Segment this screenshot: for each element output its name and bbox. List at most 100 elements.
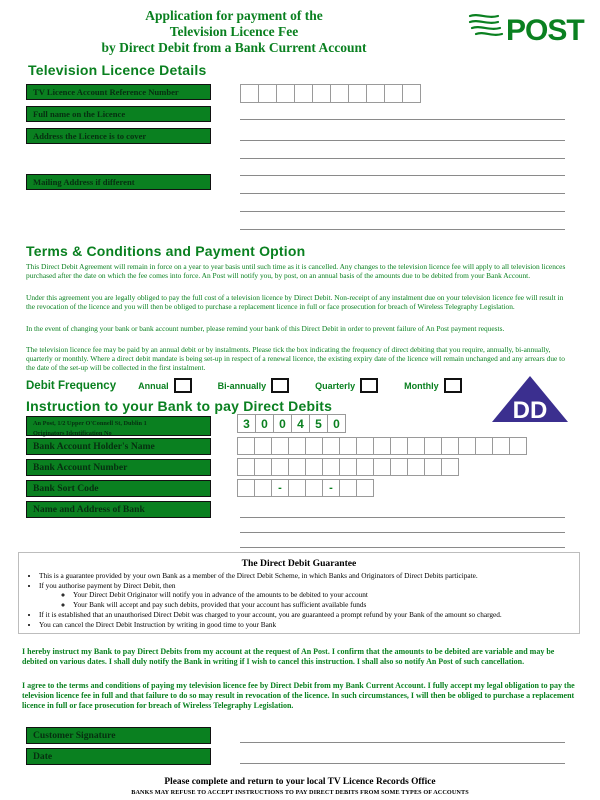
- ref-char-box[interactable]: [330, 84, 349, 103]
- checkbox-monthly[interactable]: [443, 378, 462, 393]
- freq-option-quarterly-label: Quarterly: [315, 380, 356, 391]
- svg-text:POST: POST: [506, 14, 584, 47]
- name-char-box[interactable]: [305, 437, 323, 455]
- ref-char-box[interactable]: [258, 84, 277, 103]
- guarantee-item: If it is established that an unauthorise…: [39, 610, 573, 619]
- name-char-box[interactable]: [509, 437, 527, 455]
- name-char-box[interactable]: [339, 437, 357, 455]
- ref-char-box[interactable]: [240, 84, 259, 103]
- name-char-box[interactable]: [322, 437, 340, 455]
- name-char-box[interactable]: [390, 437, 408, 455]
- originator-id-digit: 5: [309, 414, 328, 433]
- account-char-box[interactable]: [390, 458, 408, 476]
- input-account-holder-name[interactable]: [237, 437, 527, 455]
- sortcode-char-box[interactable]: [288, 479, 306, 497]
- input-bank-sort-code[interactable]: - -: [237, 479, 374, 497]
- guarantee-item: This is a guarantee provided by your own…: [39, 571, 573, 580]
- name-char-box[interactable]: [288, 437, 306, 455]
- freq-option-biannually-label: Bi-annually: [217, 380, 267, 391]
- an-post-logo: POST: [468, 10, 588, 50]
- terms-paragraph-4: The television licence fee may be paid b…: [26, 345, 565, 373]
- label-sort-code: Bank Sort Code: [26, 480, 211, 497]
- name-char-box[interactable]: [373, 437, 391, 455]
- originator-id-digit: 0: [273, 414, 292, 433]
- name-char-box[interactable]: [356, 437, 374, 455]
- name-char-box[interactable]: [407, 437, 425, 455]
- sortcode-char-box[interactable]: [305, 479, 323, 497]
- input-line-bank-address-2[interactable]: [240, 532, 565, 533]
- account-char-box[interactable]: [254, 458, 272, 476]
- ref-char-box[interactable]: [348, 84, 367, 103]
- name-char-box[interactable]: [271, 437, 289, 455]
- input-line-mailing-1[interactable]: [240, 193, 565, 194]
- input-line-address-3[interactable]: [240, 175, 565, 176]
- freq-option-annual-label: Annual: [138, 380, 169, 391]
- account-char-box[interactable]: [339, 458, 357, 476]
- label-bank-name-address: Name and Address of Bank: [26, 501, 211, 518]
- ref-char-box[interactable]: [384, 84, 403, 103]
- originator-id-digit: 0: [327, 414, 346, 433]
- name-char-box[interactable]: [237, 437, 255, 455]
- sortcode-separator: -: [322, 479, 340, 497]
- input-line-bank-address-3[interactable]: [240, 547, 565, 548]
- label-date: Date: [26, 748, 211, 765]
- account-char-box[interactable]: [305, 458, 323, 476]
- name-char-box[interactable]: [458, 437, 476, 455]
- guarantee-sub-item: Your Direct Debit Originator will notify…: [73, 590, 573, 599]
- section-heading-tv-licence: Television Licence Details: [28, 62, 207, 78]
- name-char-box[interactable]: [424, 437, 442, 455]
- sortcode-char-box[interactable]: [356, 479, 374, 497]
- input-line-mailing-3[interactable]: [240, 229, 565, 230]
- account-char-box[interactable]: [407, 458, 425, 476]
- account-char-box[interactable]: [237, 458, 255, 476]
- guarantee-sub-list: Your Direct Debit Originator will notify…: [39, 590, 573, 609]
- declaration-paragraph-1: I hereby instruct my Bank to pay Direct …: [22, 647, 555, 666]
- form-header: Application for payment of the Televisio…: [0, 0, 600, 62]
- input-line-bank-address-1[interactable]: [240, 517, 565, 518]
- account-char-box[interactable]: [373, 458, 391, 476]
- name-char-box[interactable]: [441, 437, 459, 455]
- input-line-customer-signature[interactable]: [240, 742, 565, 743]
- field-originator-identification-number: 3 0 0 4 5 0: [237, 414, 346, 433]
- label-tv-licence-ref-number: TV Licence Account Reference Number: [26, 84, 211, 100]
- originator-id-digit: 4: [291, 414, 310, 433]
- ref-char-box[interactable]: [402, 84, 421, 103]
- input-line-full-name[interactable]: [240, 119, 565, 120]
- account-char-box[interactable]: [441, 458, 459, 476]
- dd-triangle-icon: DD: [492, 376, 568, 424]
- dd-logo-text: DD: [513, 397, 548, 424]
- guarantee-item: You can cancel the Direct Debit Instruct…: [39, 620, 573, 629]
- account-char-box[interactable]: [424, 458, 442, 476]
- ref-char-box[interactable]: [276, 84, 295, 103]
- name-char-box[interactable]: [492, 437, 510, 455]
- checkbox-annual[interactable]: [173, 378, 192, 393]
- sortcode-separator: -: [271, 479, 289, 497]
- label-address-cover: Address the Licence is to cover: [26, 128, 211, 144]
- ref-char-box[interactable]: [294, 84, 313, 103]
- name-char-box[interactable]: [475, 437, 493, 455]
- sortcode-char-box[interactable]: [254, 479, 272, 497]
- input-line-address-1[interactable]: [240, 140, 565, 141]
- guarantee-item-text: If you authorise payment by Direct Debit…: [39, 580, 176, 590]
- account-char-box[interactable]: [271, 458, 289, 476]
- input-bank-account-number[interactable]: [237, 458, 459, 476]
- input-line-mailing-2[interactable]: [240, 211, 565, 212]
- ref-char-box[interactable]: [312, 84, 331, 103]
- checkbox-biannually[interactable]: [271, 378, 290, 393]
- section-heading-terms: Terms & Conditions and Payment Option: [26, 243, 306, 259]
- label-customer-signature: Customer Signature: [26, 727, 211, 744]
- account-char-box[interactable]: [322, 458, 340, 476]
- label-account-holder-name: Bank Account Holder's Name: [26, 438, 211, 455]
- name-char-box[interactable]: [254, 437, 272, 455]
- label-originator-id: An Post, 1/2 Upper O'Connell St, Dublin …: [26, 416, 211, 437]
- ref-char-box[interactable]: [366, 84, 385, 103]
- sortcode-char-box[interactable]: [339, 479, 357, 497]
- input-line-date[interactable]: [240, 763, 565, 764]
- checkbox-quarterly[interactable]: [360, 378, 379, 393]
- originator-id-digit: 3: [237, 414, 256, 433]
- account-char-box[interactable]: [288, 458, 306, 476]
- account-char-box[interactable]: [356, 458, 374, 476]
- input-line-address-2[interactable]: [240, 158, 565, 159]
- sortcode-char-box[interactable]: [237, 479, 255, 497]
- input-tv-licence-ref-number[interactable]: [240, 84, 421, 103]
